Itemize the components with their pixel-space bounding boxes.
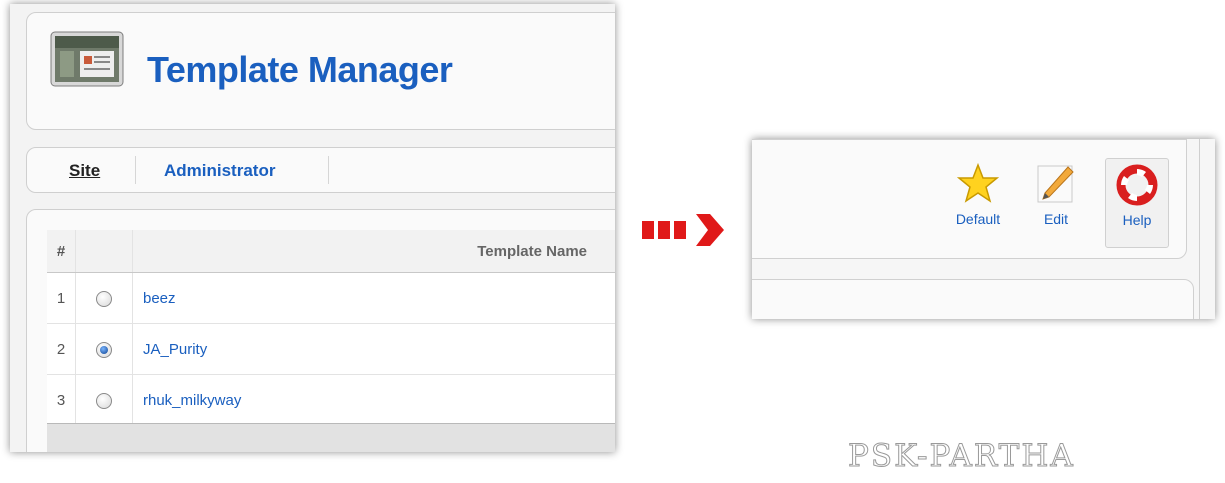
table-row: 3 rhuk_milkyway <box>47 374 615 426</box>
column-header-template-name[interactable]: Template Name <box>132 230 615 273</box>
edit-label: Edit <box>1043 211 1069 227</box>
table-header-row: # Template Name <box>47 230 615 273</box>
table-footer <box>47 423 615 452</box>
lifebuoy-icon <box>1116 164 1158 206</box>
tab-administrator[interactable]: Administrator <box>164 161 275 181</box>
column-header-select <box>75 230 133 273</box>
template-list: # Template Name 1 beez 2 JA_Purity 3 rhu… <box>26 209 615 452</box>
table-row: 1 beez <box>47 272 615 324</box>
toolbar-panel: Default Edit Help <box>752 139 1215 319</box>
template-manager-icon <box>50 31 124 87</box>
default-label: Default <box>955 211 1001 227</box>
toolbar: Default Edit Help <box>752 139 1187 259</box>
star-icon <box>957 163 999 203</box>
tab-bar: Site Administrator <box>26 147 615 193</box>
template-link-ja-purity[interactable]: JA_Purity <box>132 323 615 375</box>
template-link-beez[interactable]: beez <box>132 272 615 324</box>
template-radio-rhuk-milkyway[interactable] <box>96 392 112 409</box>
arrow-right-icon <box>642 214 724 246</box>
row-number: 3 <box>47 374 76 426</box>
row-number: 2 <box>47 323 76 375</box>
header: Template Manager <box>26 12 615 130</box>
edit-button[interactable]: Edit <box>1025 158 1087 246</box>
template-link-rhuk-milkyway[interactable]: rhuk_milkyway <box>132 374 615 426</box>
watermark: PSK-PARTHA <box>848 438 1075 475</box>
column-header-number[interactable]: # <box>47 230 76 273</box>
template-manager-panel: Template Manager Site Administrator # Te… <box>10 4 615 452</box>
pencil-icon <box>1037 165 1074 203</box>
help-button[interactable]: Help <box>1105 158 1169 248</box>
help-label: Help <box>1122 212 1152 228</box>
template-table: # Template Name 1 beez 2 JA_Purity 3 rhu… <box>47 230 615 426</box>
divider <box>1199 139 1200 319</box>
template-radio-ja-purity[interactable] <box>96 341 112 358</box>
default-button[interactable]: Default <box>947 158 1009 246</box>
table-row: 2 JA_Purity <box>47 323 615 375</box>
row-number: 1 <box>47 272 76 324</box>
tab-site[interactable]: Site <box>69 161 100 181</box>
content-box <box>752 279 1194 319</box>
page-title: Template Manager <box>147 49 453 90</box>
template-radio-beez[interactable] <box>96 290 112 307</box>
tab-divider <box>135 156 136 184</box>
tab-divider <box>328 156 329 184</box>
